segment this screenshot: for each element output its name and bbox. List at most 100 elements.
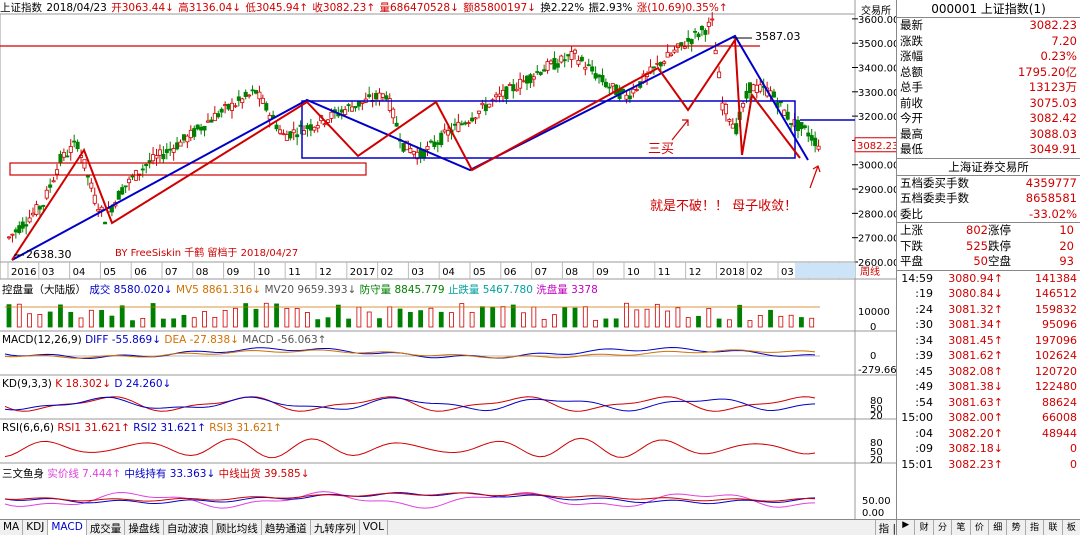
side-tab[interactable]: 联 xyxy=(1044,520,1063,535)
kd-axis-label: 20 xyxy=(870,411,883,422)
candle-body xyxy=(624,94,629,100)
volume-bar xyxy=(603,318,609,328)
side-tab[interactable]: ▶ xyxy=(897,520,916,535)
candle-body xyxy=(168,148,173,151)
volume-bar xyxy=(78,317,84,328)
volume-bar xyxy=(438,311,444,328)
side-tab[interactable]: 笔 xyxy=(952,520,971,535)
date-tick-label: 02 xyxy=(750,267,763,278)
order-book-summary: 五档委买手数 4359777 五档委卖手数 8658581 委比 -33.02% xyxy=(897,176,1080,223)
side-tab[interactable]: 分 xyxy=(934,520,953,535)
quote-label: 今开 xyxy=(900,111,923,125)
side-tab[interactable]: 财 xyxy=(915,520,934,535)
tick-time: :04 xyxy=(915,426,933,440)
kd-d: D 24.260↓ xyxy=(114,378,172,390)
date-tick-label: 07 xyxy=(535,267,548,278)
side-tab[interactable]: 势 xyxy=(1007,520,1026,535)
date-tick-label: 2016 xyxy=(11,267,36,278)
candle-body xyxy=(771,91,776,98)
candle-body xyxy=(185,135,190,143)
quote-row: 总手 13123万 xyxy=(897,80,1080,96)
kline-chart-area[interactable]: 上证指数 2018/04/23 开3063.44↓ 高3136.04↓ 低304… xyxy=(0,0,900,535)
rsi-title: RSI(6,6,6) xyxy=(2,422,54,434)
book-value: 8658581 xyxy=(1025,191,1077,205)
candle-body xyxy=(250,89,255,92)
candle-body xyxy=(710,18,715,21)
candle-body xyxy=(99,206,104,211)
side-tab[interactable]: 板 xyxy=(1063,520,1080,535)
indicator-tab[interactable]: 自动波浪 xyxy=(164,520,213,535)
date-tick-label: 08 xyxy=(565,267,578,278)
volume-bar xyxy=(665,310,671,328)
indicator-tab[interactable]: MACD xyxy=(48,520,87,535)
side-tab[interactable]: 细 xyxy=(989,520,1008,535)
candle-body xyxy=(809,135,814,141)
indicator-tab[interactable]: 成交量 xyxy=(87,520,126,535)
security-code-title[interactable]: 000001 上证指数(1) xyxy=(897,0,1080,18)
rsi-panel-legend: RSI(6,6,6) RSI1 31.621↑ RSI2 31.621↑ RSI… xyxy=(2,422,282,434)
candle-body xyxy=(555,63,560,68)
indicator-tab[interactable]: VOL xyxy=(360,520,388,535)
candle-body xyxy=(723,104,728,115)
candle-body xyxy=(583,66,588,70)
quote-value: 3075.03 xyxy=(1029,95,1077,110)
candle-body xyxy=(706,21,711,27)
candle-body xyxy=(686,37,691,42)
date-axis-highlight xyxy=(795,263,855,278)
side-tab[interactable]: 指 xyxy=(1026,520,1045,535)
indicator-tab[interactable]: 操盘线 xyxy=(125,520,164,535)
tick-time: :54 xyxy=(915,395,933,409)
volume-bar xyxy=(593,319,598,328)
price-chart-svg[interactable]: 3600.003500.003400.003300.003200.003100.… xyxy=(0,0,900,519)
book-label: 委比 xyxy=(900,206,923,221)
tick-price: 3082.20↑ xyxy=(948,426,1003,440)
quote-label: 最新 xyxy=(900,18,923,32)
side-tab[interactable]: 价 xyxy=(971,520,990,535)
indicator-tab[interactable]: MA xyxy=(0,520,24,535)
candle-body xyxy=(552,57,557,70)
tick-price: 3082.00↑ xyxy=(948,411,1003,424)
volume-bar xyxy=(160,318,166,328)
candle-body xyxy=(497,93,502,97)
indicator-tab[interactable]: 九转序列 xyxy=(311,520,360,535)
candle-body xyxy=(569,51,574,60)
price-tick-label: 3200.00 xyxy=(858,112,899,123)
volume-bar xyxy=(171,318,177,328)
indicator-tab[interactable]: 趋势通道 xyxy=(262,520,311,535)
candle-body xyxy=(658,61,663,67)
tick-price: 3081.34↑ xyxy=(948,318,1003,331)
volume-bar xyxy=(449,312,454,328)
candle-body xyxy=(291,129,296,134)
tick-row: :39 3081.62↑ 102624 xyxy=(897,348,1080,364)
macd-diff: DIFF -55.869↓ xyxy=(85,334,162,346)
candle-body xyxy=(154,155,159,159)
fish-out: 中线出货 39.585↓ xyxy=(218,468,310,480)
volume-bar xyxy=(397,308,403,328)
volume-item-4: 止跌量 5467.780 xyxy=(447,284,533,296)
volume-bar xyxy=(685,317,691,328)
candle-body xyxy=(473,117,478,120)
rsi-line xyxy=(4,437,816,459)
date-tick-label: 03 xyxy=(411,267,424,278)
macd-axis-label: 0 xyxy=(870,351,876,362)
candle-body xyxy=(226,103,231,110)
candle-body xyxy=(703,30,708,35)
volume-bar xyxy=(130,320,135,328)
volume-bar xyxy=(582,306,588,328)
candle-body xyxy=(192,128,197,137)
indicator-tab[interactable]: KDJ xyxy=(23,520,49,535)
volume-bar xyxy=(305,312,310,328)
quote-label: 最低 xyxy=(900,142,923,156)
candle-body xyxy=(253,90,258,94)
indicator-tab[interactable]: 顾比均线 xyxy=(213,520,262,535)
tick-row: :19 3080.84↓ 146512 xyxy=(897,286,1080,302)
tick-time: :49 xyxy=(915,380,933,393)
price-tick-label: 2800.00 xyxy=(858,209,899,220)
candle-body xyxy=(308,124,313,131)
candle-body xyxy=(672,49,677,53)
candle-body xyxy=(236,96,241,101)
candle-body xyxy=(494,94,499,98)
volume-bar xyxy=(541,319,547,328)
candle-body xyxy=(476,110,481,114)
tick-list[interactable]: 14:59 3080.94↑ 141384:19 3080.84↓ 146512:24 3… xyxy=(897,271,1080,473)
